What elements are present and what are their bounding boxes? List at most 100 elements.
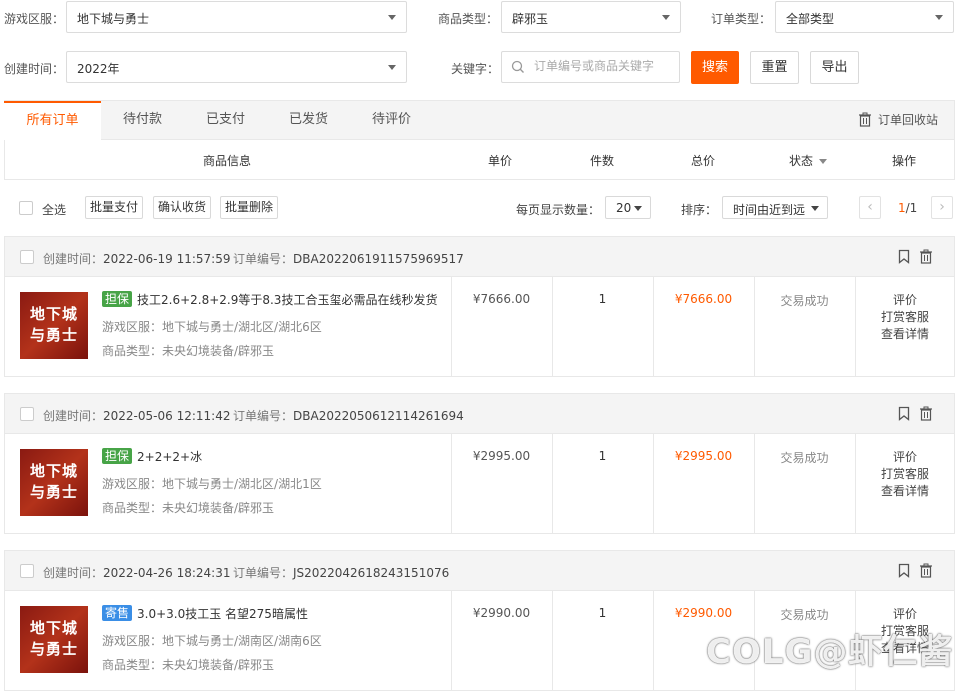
product-type: 商品类型：未央幻境装备/辟邪玉 xyxy=(102,501,275,515)
tip-service-link[interactable]: 打赏客服 xyxy=(875,466,935,483)
order-number: 订单编号：DBA2022061911575969517 xyxy=(233,250,464,267)
filter-panel: 游戏区服： 地下城与勇士 商品类型： 辟邪玉 订单类型： 全部类型 创建时间： … xyxy=(0,0,967,96)
trade-type-badge: 担保 xyxy=(102,291,133,307)
thumb-line-2: 与勇士 xyxy=(29,326,78,344)
bookmark-icon[interactable] xyxy=(898,249,910,264)
col-product: 商品信息 xyxy=(203,154,252,168)
prev-page-button[interactable]: ‹ xyxy=(859,196,881,219)
order-no-value: DBA2022061911575969517 xyxy=(293,252,464,266)
order-header: 创建时间：2022-06-19 11:57:59 订单编号：DBA20220619… xyxy=(5,237,954,277)
review-link[interactable]: 评价 xyxy=(875,606,935,623)
bulk-toolbar: 全选 批量支付 确认收货 批量删除 每页显示数量： 20 排序： 时间由近到远 … xyxy=(4,190,955,226)
chevron-down-icon xyxy=(634,206,642,211)
order-number: 订单编号：DBA2022050612114261694 xyxy=(233,407,464,424)
order-type-select[interactable]: 全部类型 xyxy=(775,1,954,33)
order-number: 订单编号：JS2022042618243151076 xyxy=(233,564,449,581)
bulk-delete-button[interactable]: 批量删除 xyxy=(220,196,279,219)
product-thumbnail[interactable]: 地下城 与勇士 xyxy=(20,449,88,516)
select-all-checkbox[interactable] xyxy=(19,201,33,215)
sort-value: 时间由近到远 xyxy=(733,203,806,217)
bookmark-icon[interactable] xyxy=(898,406,910,421)
search-button[interactable]: 搜索 xyxy=(691,51,739,84)
export-button[interactable]: 导出 xyxy=(810,51,859,84)
pagination-text: 1/1 xyxy=(898,201,917,215)
review-link[interactable]: 评价 xyxy=(875,292,935,309)
bulk-pay-button[interactable]: 批量支付 xyxy=(85,196,144,219)
order-status: 交易成功 xyxy=(780,451,829,465)
sort-select[interactable]: 时间由近到远 xyxy=(722,196,828,219)
order-actions: 评价 打赏客服 查看详情 xyxy=(875,292,935,343)
created-time: 2022-05-06 12:11:42 xyxy=(103,409,231,423)
page-size-label: 每页显示数量： xyxy=(516,203,601,217)
product-region: 游戏区服：地下城与勇士/湖南区/湖南6区 xyxy=(102,634,322,648)
current-page: 1 xyxy=(898,201,906,215)
order-no-label: 订单编号： xyxy=(233,566,294,580)
order-card: 创建时间：2022-06-19 11:57:59 订单编号：DBA20220619… xyxy=(4,236,955,377)
product-region: 游戏区服：地下城与勇士/湖北区/湖北6区 xyxy=(102,320,322,334)
created-time-select[interactable]: 2022年 xyxy=(66,51,407,83)
tip-service-link[interactable]: 打赏客服 xyxy=(875,309,935,326)
created-time-value: 2022年 xyxy=(77,62,120,76)
product-thumbnail[interactable]: 地下城 与勇士 xyxy=(20,292,88,359)
product-region: 游戏区服：地下城与勇士/湖北区/湖北1区 xyxy=(102,477,322,491)
product-type-select[interactable]: 辟邪玉 xyxy=(501,1,681,33)
trash-icon[interactable] xyxy=(919,249,933,264)
bookmark-icon[interactable] xyxy=(898,563,910,578)
order-checkbox[interactable] xyxy=(20,564,34,578)
product-title-link[interactable]: 3.0+3.0技工玉 名望275暗属性 xyxy=(137,605,308,622)
search-icon xyxy=(511,60,524,73)
order-body: 地下城 与勇士 担保 2+2+2+冰 游戏区服：地下城与勇士/湖北区/湖北1区 商品类型：… xyxy=(5,434,954,533)
keyword-field[interactable] xyxy=(501,51,680,83)
product-type: 商品类型：未央幻境装备/辟邪玉 xyxy=(102,658,275,672)
thumb-line-1: 地下城 xyxy=(29,462,78,480)
tab-pending-review[interactable]: 待评价 xyxy=(354,101,429,140)
next-page-button[interactable]: › xyxy=(931,196,953,219)
order-created: 创建时间：2022-05-06 12:11:42 xyxy=(43,407,230,424)
caret-down-icon xyxy=(819,159,828,164)
tab-pending-payment[interactable]: 待付款 xyxy=(105,101,180,140)
recycle-bin-link[interactable]: 订单回收站 xyxy=(858,111,938,128)
trash-icon xyxy=(858,112,871,127)
unit-price: ¥2990.00 xyxy=(472,606,531,620)
thumb-line-1: 地下城 xyxy=(29,305,78,323)
tab-shipped[interactable]: 已发货 xyxy=(271,101,346,140)
unit-price: ¥7666.00 xyxy=(472,292,531,306)
thumb-line-1: 地下城 xyxy=(29,619,78,637)
total-pages: /1 xyxy=(905,201,918,215)
keyword-label: 关键字： xyxy=(451,62,500,76)
product-title-link[interactable]: 技工2.6+2.8+2.9等于8.3技工合玉玺必需品在线秒发货 xyxy=(137,291,437,308)
quantity: 1 xyxy=(598,449,607,463)
keyword-input[interactable] xyxy=(534,59,674,73)
page-size-select[interactable]: 20 xyxy=(605,196,651,219)
sort-label: 排序： xyxy=(681,203,718,217)
order-checkbox[interactable] xyxy=(20,407,34,421)
trash-icon[interactable] xyxy=(919,406,933,421)
created-time: 2022-04-26 18:24:31 xyxy=(103,566,231,580)
region-select[interactable]: 地下城与勇士 xyxy=(66,1,407,33)
col-status-label: 状态 xyxy=(789,154,814,168)
column-divider xyxy=(855,434,856,533)
col-status[interactable]: 状态 xyxy=(789,152,828,169)
col-quantity: 件数 xyxy=(590,154,615,168)
order-status: 交易成功 xyxy=(780,294,829,308)
order-checkbox[interactable] xyxy=(20,250,34,264)
col-action: 操作 xyxy=(892,154,917,168)
reset-button[interactable]: 重置 xyxy=(750,51,799,84)
total-price: ¥2995.00 xyxy=(674,449,733,463)
view-details-link[interactable]: 查看详情 xyxy=(875,483,935,500)
product-title-link[interactable]: 2+2+2+冰 xyxy=(137,448,202,465)
region-value: 地下城与勇士 xyxy=(77,12,150,26)
tab-all-orders[interactable]: 所有订单 xyxy=(4,101,101,141)
created-time: 2022-06-19 11:57:59 xyxy=(103,252,231,266)
trash-icon[interactable] xyxy=(919,563,933,578)
total-price: ¥7666.00 xyxy=(674,292,733,306)
order-no-value: DBA2022050612114261694 xyxy=(293,409,464,423)
order-card: 创建时间：2022-05-06 12:11:42 订单编号：DBA20220506… xyxy=(4,393,955,534)
view-details-link[interactable]: 查看详情 xyxy=(875,326,935,343)
quantity: 1 xyxy=(598,292,607,306)
product-thumbnail[interactable]: 地下城 与勇士 xyxy=(20,606,88,673)
tab-paid[interactable]: 已支付 xyxy=(188,101,263,140)
confirm-receipt-button[interactable]: 确认收货 xyxy=(153,196,212,219)
order-body: 地下城 与勇士 担保 技工2.6+2.8+2.9等于8.3技工合玉玺必需品在线秒发货游… xyxy=(5,277,954,376)
review-link[interactable]: 评价 xyxy=(875,449,935,466)
